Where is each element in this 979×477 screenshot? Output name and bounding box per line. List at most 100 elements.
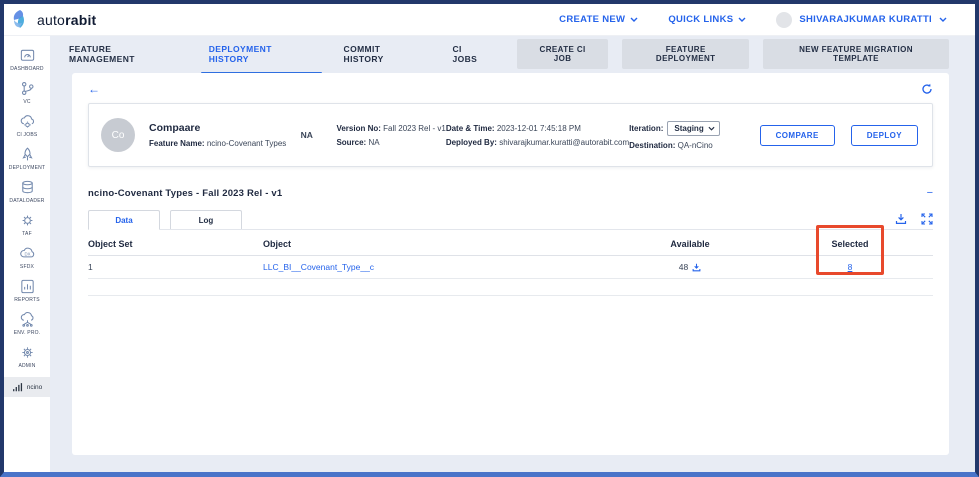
expand-icon: [921, 213, 933, 225]
autorabit-logo-icon: [10, 9, 30, 31]
col-object: Object: [263, 232, 605, 255]
autorabit-logo: autorabit: [10, 9, 96, 31]
tab-ci-jobs[interactable]: CI JOBS: [450, 32, 490, 76]
dataloader-database-icon: [19, 179, 36, 196]
col-selected: Selected: [775, 232, 925, 255]
ncino-bars-icon: [12, 381, 24, 393]
iteration-value: Staging: [674, 124, 703, 133]
taf-gear-icon: [19, 212, 36, 229]
refresh-button[interactable]: [921, 83, 933, 95]
env-provisioning-icon: [19, 311, 36, 328]
iteration-select[interactable]: Staging: [667, 121, 719, 136]
sidebar-item-reports[interactable]: REPORTS: [4, 274, 50, 307]
section-title: ncino-Covenant Types - Fall 2023 Rel - v…: [88, 188, 282, 199]
tab-log[interactable]: Log: [170, 210, 242, 229]
sidebar-label: REPORTS: [14, 297, 39, 303]
deployed-by-line: Deployed By: shivarajkumar.kuratti@autor…: [446, 138, 629, 147]
sidebar-item-admin[interactable]: ADMIN: [4, 340, 50, 373]
tab-commit-history[interactable]: COMMIT HISTORY: [342, 32, 425, 76]
datetime-line: Date & Time: 2023-12-01 7:45:18 PM: [446, 124, 629, 133]
user-name: SHIVARAJKUMAR KURATTI: [799, 14, 932, 25]
quick-links-label: QUICK LINKS: [668, 14, 733, 25]
sidebar-item-vc[interactable]: VC: [4, 76, 50, 109]
sidebar-label: DASHBOARD: [10, 66, 43, 72]
sidebar-item-dashboard[interactable]: DASHBOARD: [4, 43, 50, 76]
user-menu[interactable]: SHIVARAJKUMAR KURATTI: [776, 12, 947, 28]
tab-data[interactable]: Data: [88, 210, 160, 230]
object-set-cell: 1: [88, 256, 263, 278]
app-window: autorabit CREATE NEW QUICK LINKS SHIVARA…: [0, 0, 979, 477]
sidebar-label: DEPLOYMENT: [9, 165, 45, 171]
compare-button[interactable]: COMPARE: [760, 125, 835, 146]
download-table-button[interactable]: [895, 213, 907, 225]
chevron-down-icon: [630, 17, 638, 22]
sidebar-label: ADMIN: [18, 363, 35, 369]
user-avatar: [776, 12, 792, 28]
sidebar-label: CI JOBS: [17, 132, 38, 138]
deploy-button[interactable]: DEPLOY: [851, 125, 918, 146]
object-link[interactable]: LLC_BI__Covenant_Type__c: [263, 262, 374, 272]
sidebar-item-deployment[interactable]: DEPLOYMENT: [4, 142, 50, 175]
sidebar-item-env-pro[interactable]: ENV. PRO.: [4, 307, 50, 340]
selected-count-link[interactable]: 8: [848, 262, 853, 272]
sidebar-item-taf[interactable]: TAF: [4, 208, 50, 241]
deployment-rocket-icon: [19, 146, 36, 163]
download-icon: [895, 213, 907, 225]
sidebar-item-dataloader[interactable]: DATALOADER: [4, 175, 50, 208]
table-row: 1 LLC_BI__Covenant_Type__c 48 8: [88, 256, 933, 279]
sidebar-nav: DASHBOARD VC CI JOBS DEPLOYMENT DATALOAD…: [4, 36, 50, 472]
create-new-label: CREATE NEW: [559, 14, 625, 25]
source-line: Source: NA: [336, 138, 445, 147]
object-set-table: Object Set Object Available Selected 1 L…: [88, 232, 933, 296]
sidebar-label: SFDX: [20, 264, 34, 270]
quick-links-menu[interactable]: QUICK LINKS: [668, 14, 746, 25]
destination-line: Destination: QA-nCino: [629, 141, 741, 150]
new-feature-migration-template-button[interactable]: NEW FEATURE MIGRATION TEMPLATE: [763, 39, 949, 69]
ncino-label: ncino: [27, 384, 43, 391]
deployment-avatar: Co: [101, 118, 135, 152]
create-ci-job-button[interactable]: CREATE CI JOB: [517, 39, 608, 69]
version-line: Version No: Fall 2023 Rel - v1: [336, 124, 445, 133]
sidebar-label: DATALOADER: [9, 198, 44, 204]
logo-text: autorabit: [37, 12, 96, 28]
available-count: 48: [679, 262, 688, 272]
chevron-down-icon: [708, 126, 715, 131]
collapse-section-button[interactable]: −: [927, 188, 933, 199]
ci-jobs-cloud-icon: [19, 113, 36, 130]
na-value: NA: [301, 130, 337, 140]
empty-table-row: [88, 279, 933, 296]
sidebar-item-sfdx[interactable]: DX SFDX: [4, 241, 50, 274]
chevron-down-icon: [939, 17, 947, 22]
refresh-icon: [921, 83, 933, 95]
svg-text:DX: DX: [24, 252, 30, 257]
feature-deployment-button[interactable]: FEATURE DEPLOYMENT: [622, 39, 749, 69]
feature-name-line: Feature Name: ncino-Covenant Types: [149, 139, 301, 148]
sidebar-label: ENV. PRO.: [14, 330, 41, 336]
tab-feature-management[interactable]: FEATURE MANAGEMENT: [67, 32, 181, 76]
deployment-title: Compaare: [149, 122, 301, 134]
deployment-summary-card: Co Compaare Feature Name: ncino-Covenant…: [88, 103, 933, 167]
data-log-tab-bar: Data Log: [88, 210, 933, 230]
main-content: FEATURE MANAGEMENT DEPLOYMENT HISTORY CO…: [50, 36, 975, 472]
sidebar-item-ncino[interactable]: ncino: [4, 377, 50, 397]
admin-gear-icon: [19, 344, 36, 361]
tab-deployment-history[interactable]: DEPLOYMENT HISTORY: [207, 32, 316, 76]
deployment-history-panel: ← Co Compaare Feature Name: ncino-Covena…: [72, 73, 949, 455]
download-available-button[interactable]: [692, 263, 701, 272]
download-icon: [692, 263, 701, 272]
create-new-menu[interactable]: CREATE NEW: [559, 14, 638, 25]
sfdx-cloud-icon: DX: [19, 245, 36, 262]
reports-icon: [19, 278, 36, 295]
sidebar-label: TAF: [22, 231, 32, 237]
iteration-line: Iteration: Staging: [629, 121, 741, 136]
expand-table-button[interactable]: [921, 213, 933, 225]
table-header-row: Object Set Object Available Selected: [88, 232, 933, 256]
col-available: Available: [605, 232, 775, 255]
version-control-icon: [19, 80, 36, 97]
sidebar-item-ci-jobs[interactable]: CI JOBS: [4, 109, 50, 142]
chevron-down-icon: [738, 17, 746, 22]
module-tab-bar: FEATURE MANAGEMENT DEPLOYMENT HISTORY CO…: [50, 36, 975, 72]
sidebar-label: VC: [23, 99, 30, 105]
dashboard-icon: [19, 47, 36, 64]
back-arrow-button[interactable]: ←: [88, 83, 100, 95]
